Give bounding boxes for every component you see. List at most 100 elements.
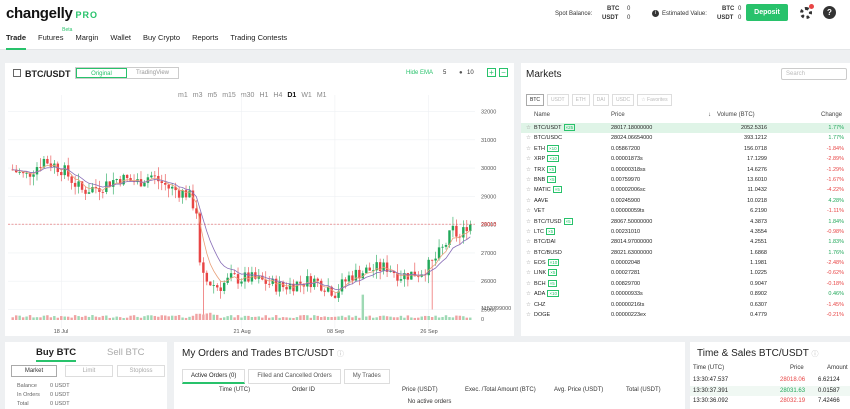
info-icon[interactable]: ⓘ	[811, 351, 818, 358]
nav-reports[interactable]: Reports	[192, 33, 218, 50]
candle-body	[295, 281, 299, 292]
volume-bar	[170, 315, 174, 320]
star-icon[interactable]: ☆	[526, 187, 531, 193]
candle-body	[164, 183, 167, 185]
search-input[interactable]: Search	[781, 68, 847, 80]
star-icon[interactable]: ☆	[526, 198, 531, 204]
nav-buy-crypto[interactable]: Buy Crypto	[143, 33, 180, 50]
market-price: 28067.50000000	[611, 218, 653, 225]
volume-bar	[361, 294, 365, 320]
star-icon[interactable]: ☆	[526, 281, 531, 287]
star-icon[interactable]: ☆	[526, 260, 531, 266]
star-icon[interactable]: ☆	[526, 219, 531, 225]
volume-bar	[132, 315, 136, 320]
nav-wallet[interactable]: Wallet	[110, 33, 131, 50]
market-tab-favorites[interactable]: ☆ Favorites	[637, 94, 672, 106]
star-icon[interactable]: ☆	[526, 312, 531, 318]
market-row[interactable]: ☆ ETH ×10 0.05867200 156.0718 -1.84%	[521, 144, 850, 154]
star-icon[interactable]: ☆	[526, 291, 531, 297]
star-icon[interactable]: ☆	[526, 156, 531, 162]
volume-bar	[101, 315, 105, 320]
market-volume: 6.2190	[750, 208, 767, 215]
star-icon[interactable]: ☆	[526, 167, 531, 173]
market-tab-usdc[interactable]: USDC	[611, 94, 635, 106]
market-row[interactable]: ☆ BTC/TUSD ×5 28067.50000000 4.3873 1.84%	[521, 217, 850, 227]
market-row[interactable]: ☆ MATIC ×5 0.00002006sc 11.0432 -4.22%	[521, 185, 850, 195]
market-row[interactable]: ☆ BNB ×5 0.00759970 13.6010 -1.67%	[521, 175, 850, 185]
star-icon[interactable]: ☆	[526, 177, 531, 183]
market-row[interactable]: ☆ BCH ×5 0.00829700 0.9047 -0.18%	[521, 279, 850, 289]
col-volume[interactable]: Volume (BTC)	[717, 112, 755, 118]
tab-my-trades[interactable]: My Trades	[343, 369, 390, 384]
order-type-market[interactable]: Market	[11, 365, 57, 377]
volume-bar	[389, 316, 392, 320]
star-icon[interactable]: ☆	[526, 229, 531, 235]
market-row[interactable]: ☆ ADA ×10 0.00000933s 0.8902 0.46%	[521, 289, 850, 299]
market-tab-usdt[interactable]: USDT	[547, 94, 569, 106]
order-type-limit[interactable]: Limit	[65, 365, 113, 377]
market-tab-eth[interactable]: ETH	[571, 94, 590, 106]
market-volume: 2052.5316	[741, 125, 767, 131]
nav-margin[interactable]: Margin	[75, 33, 98, 50]
market-row[interactable]: ☆ AAVE 0.00245900 10.0218 4.28%	[521, 196, 850, 206]
col-price[interactable]: Price	[611, 112, 625, 118]
col-change[interactable]: Change	[821, 112, 842, 118]
market-row[interactable]: ☆ CHZ 0.00000216ts 0.6307 -1.45%	[521, 300, 850, 310]
volume-bar	[122, 317, 125, 320]
info-icon[interactable]: ⓘ	[337, 351, 344, 358]
market-name: BTC/BUSD	[534, 249, 562, 256]
market-row[interactable]: ☆ LTC ×5 0.00231010 4.3554 -0.98%	[521, 227, 850, 237]
market-row[interactable]: ☆ EOS ×10 0.00002048 1.1981 -2.48%	[521, 258, 850, 268]
star-icon[interactable]: ☆	[526, 239, 531, 245]
market-tab-btc[interactable]: BTC	[526, 94, 544, 106]
tab-active-orders[interactable]: Active Orders (0)	[182, 369, 246, 384]
market-change: 1.77%	[828, 135, 844, 142]
sort-arrow-icon[interactable]: ↓	[708, 112, 711, 118]
candle-body	[285, 287, 288, 290]
volume-bar	[209, 312, 212, 320]
star-icon[interactable]: ☆	[526, 135, 531, 141]
volume-bar	[164, 315, 167, 320]
candle-body	[84, 189, 87, 194]
buy-tab[interactable]: Buy BTC	[36, 347, 77, 362]
market-row[interactable]: ☆ BTC/BUSD 28021.63000000 1.6868 1.76%	[521, 248, 850, 258]
market-volume: 0.6307	[750, 301, 767, 308]
market-row[interactable]: ☆ BTC/USDT ×25 28017.18000000 2052.5316 1.77%	[521, 123, 850, 134]
volume-bar	[73, 315, 77, 320]
star-icon[interactable]: ☆	[526, 270, 531, 276]
volume-bar	[417, 317, 420, 320]
market-row[interactable]: ☆ BTC/USDC 28024.06654000 393.1212 1.77%	[521, 133, 850, 143]
star-icon[interactable]: ☆	[526, 250, 531, 256]
market-row[interactable]: ☆ LINK ×5 0.00027281 1.0225 -0.62%	[521, 268, 850, 278]
volume-bar	[372, 317, 375, 320]
sell-tab[interactable]: Sell BTC	[107, 347, 144, 358]
deposit-button[interactable]: Deposit	[746, 4, 788, 21]
volume-bar	[306, 315, 309, 320]
star-icon[interactable]: ☆	[526, 302, 531, 308]
market-tab-dai[interactable]: DAI	[592, 94, 609, 106]
market-row[interactable]: ☆ DOGE 0.00000223ex 0.4779 -0.21%	[521, 310, 850, 320]
market-row[interactable]: ☆ TRX ×5 0.00000318ss 14.6276 -1.29%	[521, 165, 850, 175]
market-row[interactable]: ☆ BTC/DAI 28014.97000000 4.2551 1.83%	[521, 237, 850, 247]
volume-bar	[236, 315, 240, 320]
star-icon[interactable]: ☆	[526, 208, 531, 214]
info-icon[interactable]: i	[652, 10, 659, 17]
volume-bar	[188, 316, 191, 320]
candle-body	[63, 165, 66, 176]
star-icon[interactable]: ☆	[526, 125, 531, 131]
nav-trading-contests[interactable]: Trading Contests	[230, 33, 287, 50]
x-tick-label: 18 Jul	[54, 329, 69, 335]
tab-filled-cancelled[interactable]: Filled and Cancelled Orders	[248, 369, 341, 384]
market-row[interactable]: ☆ VET 0.00000059ts 6.2190 -1.11%	[521, 206, 850, 216]
market-change: 4.28%	[828, 197, 844, 204]
volume-bar	[177, 315, 181, 320]
help-icon[interactable]: ?	[823, 6, 836, 19]
logo[interactable]: changelly PRO	[6, 5, 98, 22]
order-type-stoploss[interactable]: Stoploss	[117, 365, 165, 377]
volume-bar	[427, 316, 430, 320]
market-row[interactable]: ☆ XRP ×10 0.00001873s 17.1299 -2.89%	[521, 154, 850, 164]
col-name[interactable]: Name	[534, 112, 550, 118]
star-icon[interactable]: ☆	[526, 146, 531, 152]
nav-futures[interactable]: Futures Beta	[38, 27, 72, 50]
nav-trade[interactable]: Trade	[6, 33, 27, 50]
